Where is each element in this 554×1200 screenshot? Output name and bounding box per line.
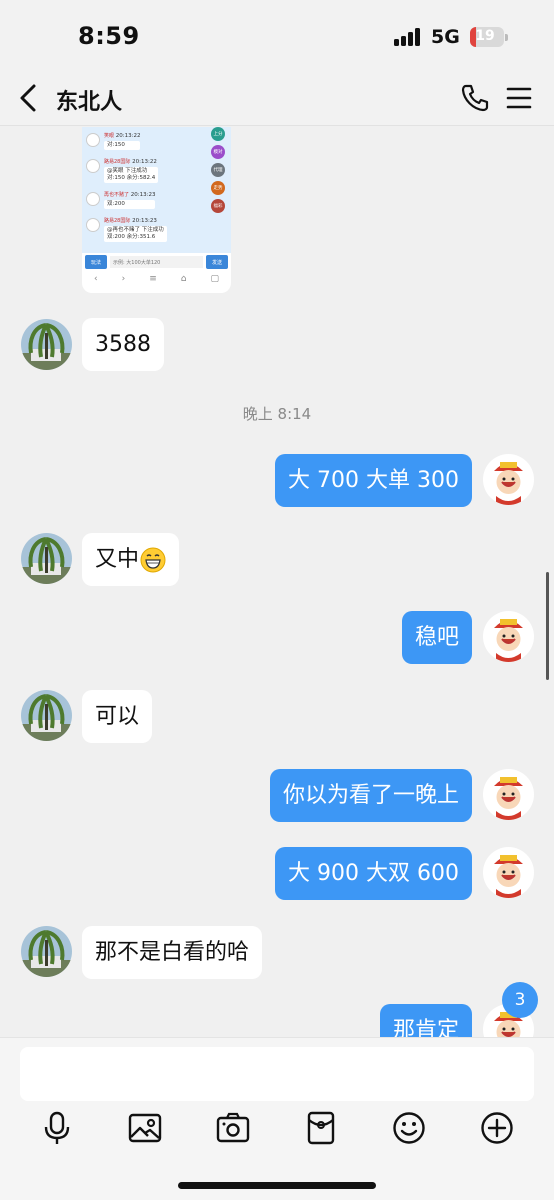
screenshot-avatar <box>86 159 100 173</box>
menu-button[interactable] <box>505 84 533 112</box>
chevron-left-icon <box>20 84 36 112</box>
shared-screenshot-image[interactable]: 笑眼 20:13:22 对:150 路易28国际 20:13:22 @笑眼 下注成功… <box>82 127 231 293</box>
screenshot-message: 路易28国际 20:13:22 @笑眼 下注成功 对:150 余分:582.4 <box>86 159 159 183</box>
message-bubble[interactable]: 稳吧 <box>401 611 472 664</box>
status-time: 8:59 <box>78 22 140 50</box>
message-bubble[interactable]: 3588 <box>82 318 164 371</box>
camera-button[interactable] <box>215 1110 251 1146</box>
chat-title: 东北人 <box>56 90 123 115</box>
screenshot-nav-bar: ‹ › ≡ ⌂ ▢ <box>82 274 231 288</box>
microphone-icon <box>44 1111 70 1144</box>
red-packet-button[interactable] <box>303 1110 339 1146</box>
home-indicator[interactable] <box>178 1182 376 1189</box>
screenshot-avatar <box>86 218 100 232</box>
message-bubble[interactable]: 大 700 大单 300 <box>275 454 472 507</box>
screenshot-avatar <box>86 133 100 147</box>
screenshot-message: 再也不赌了 20:13:23 双:200 <box>86 192 156 209</box>
time-divider: 晚上 8:14 <box>242 405 312 423</box>
screenshot-chat-body: 笑眼 20:13:22 对:150 路易28国际 20:13:22 @笑眼 下注成功… <box>82 127 231 253</box>
screenshot-send-button: 发送 <box>206 255 228 269</box>
contact-avatar[interactable] <box>21 533 72 584</box>
screenshot-input-row: 玩法 示例: 大100大单120 发送 <box>82 255 231 269</box>
screenshot-side-button: 福彩 <box>211 199 225 213</box>
grinning-face-emoji <box>140 547 166 573</box>
forward-arrow-icon: › <box>121 274 126 284</box>
unread-count-badge[interactable]: 3 <box>502 982 538 1018</box>
more-button[interactable] <box>479 1110 515 1146</box>
message-input[interactable] <box>20 1047 534 1101</box>
contact-avatar[interactable] <box>21 319 72 370</box>
message-bubble[interactable]: 可以 <box>82 690 153 743</box>
message-bubble[interactable]: 那肯定 <box>379 1004 472 1037</box>
screenshot-message: 路易28国际 20:13:23 @再也不赌了 下注成功 双:200 余分:351.6 <box>86 218 167 242</box>
message-bubble[interactable]: 你以为看了一晚上 <box>269 769 472 822</box>
emoji-icon <box>393 1112 425 1144</box>
my-avatar[interactable] <box>483 847 534 898</box>
screenshot-side-button: 上分 <box>211 127 225 141</box>
screenshot-play-button: 玩法 <box>85 255 107 269</box>
message-bubble[interactable]: 那不是白看的哈 <box>82 926 263 979</box>
scrollbar-thumb[interactable] <box>546 572 549 680</box>
my-avatar[interactable] <box>483 454 534 505</box>
screenshot-side-button: 走势 <box>211 181 225 195</box>
emoji-button[interactable] <box>391 1110 427 1146</box>
contact-avatar[interactable] <box>21 690 72 741</box>
message-bubble[interactable]: 又中 <box>82 533 180 586</box>
status-bar: 8:59 5G 19 <box>0 0 554 70</box>
screenshot-message: 笑眼 20:13:22 对:150 <box>86 133 141 150</box>
screenshot-avatar <box>86 192 100 206</box>
back-arrow-icon: ‹ <box>94 274 98 284</box>
menu-icon: ≡ <box>149 274 157 284</box>
voice-button[interactable] <box>39 1110 75 1146</box>
chat-area[interactable]: 笑眼 20:13:22 对:150 路易28国际 20:13:22 @笑眼 下注成功… <box>0 127 554 1037</box>
composer-bar <box>0 1037 554 1200</box>
message-text: 又中 <box>95 547 140 572</box>
chat-header: 东北人 <box>0 70 554 126</box>
my-avatar[interactable] <box>483 769 534 820</box>
home-icon: ⌂ <box>180 274 187 284</box>
screenshot-side-button: 代理 <box>211 163 225 177</box>
battery-cap <box>505 34 508 41</box>
hamburger-menu-icon <box>506 87 532 109</box>
battery-level: 19 <box>475 28 495 44</box>
contact-avatar[interactable] <box>21 926 72 977</box>
add-icon <box>481 1112 513 1144</box>
my-avatar[interactable] <box>483 611 534 662</box>
phone-icon <box>461 84 489 112</box>
battery-icon: 19 <box>470 27 504 47</box>
photo-button[interactable] <box>127 1110 163 1146</box>
message-bubble[interactable]: 大 900 大双 600 <box>275 847 472 900</box>
tabs-icon: ▢ <box>210 274 219 284</box>
signal-icon <box>394 28 422 46</box>
screenshot-side-button: 模对 <box>211 145 225 159</box>
camera-icon <box>216 1112 250 1143</box>
back-button[interactable] <box>14 82 44 114</box>
image-icon <box>128 1113 162 1143</box>
call-button[interactable] <box>460 83 490 113</box>
screenshot-input: 示例: 大100大单120 <box>110 256 203 268</box>
network-label: 5G <box>431 26 460 48</box>
red-packet-icon <box>307 1111 335 1145</box>
